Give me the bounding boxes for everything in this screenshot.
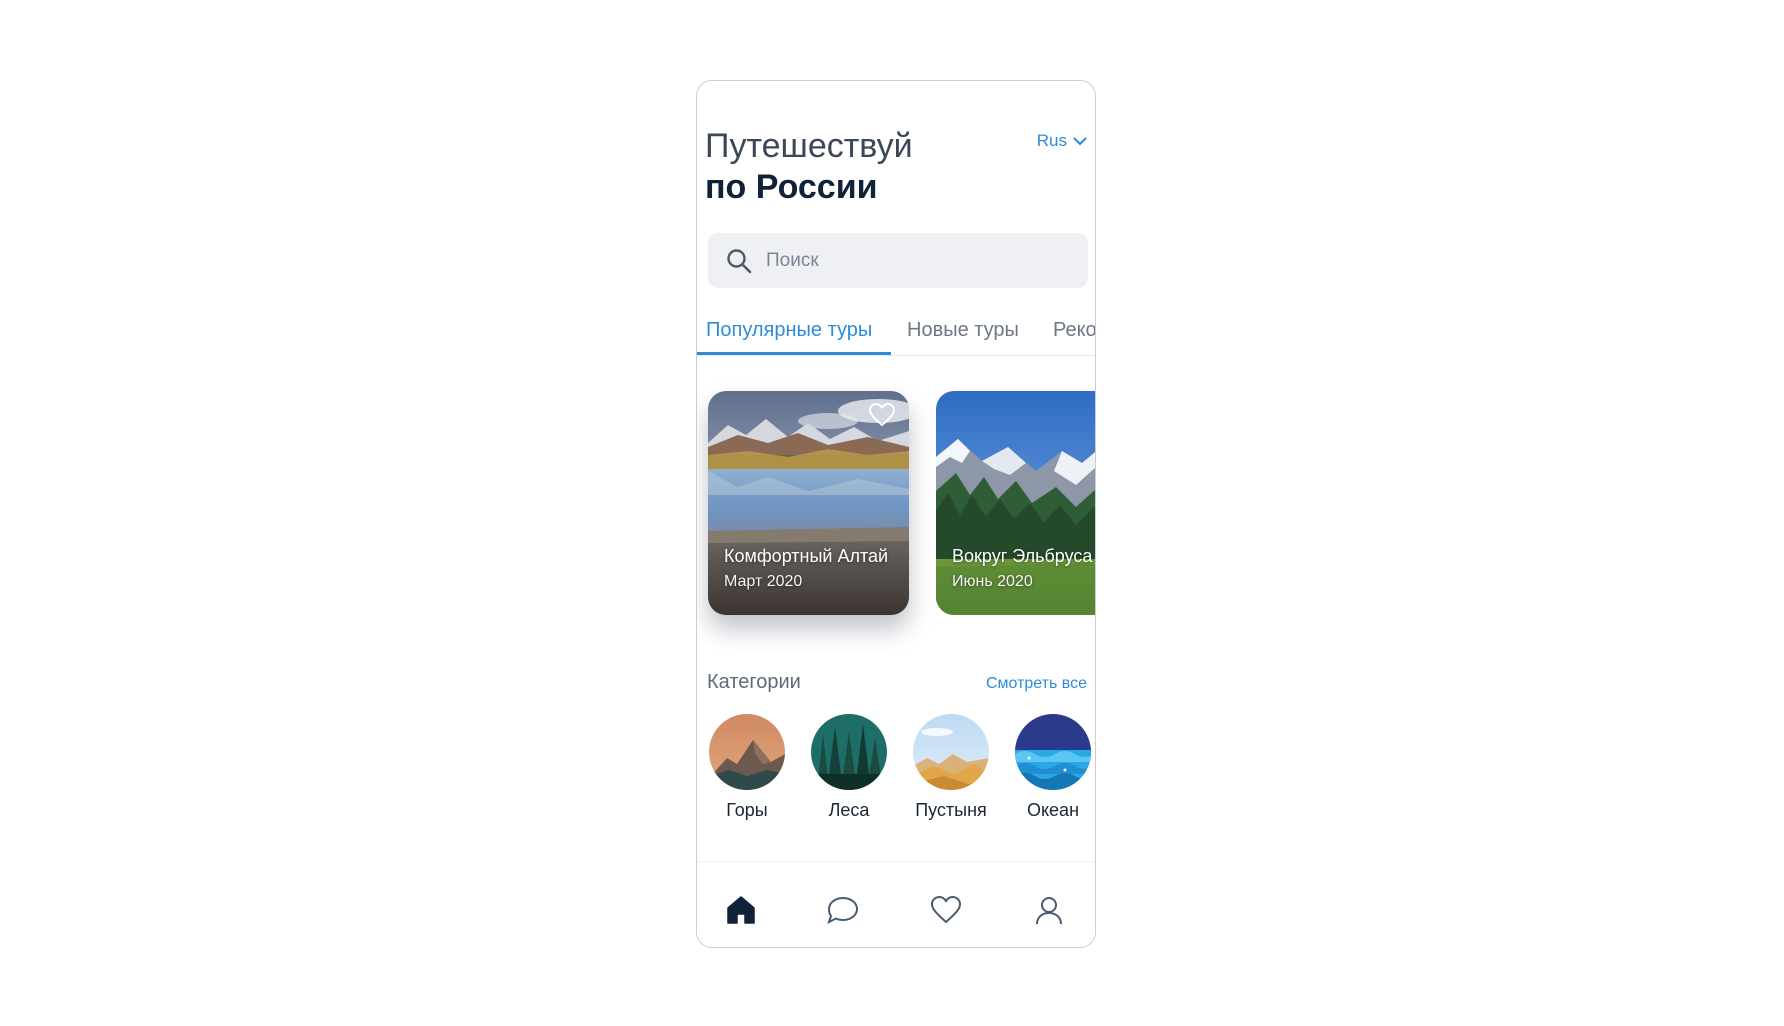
search-icon <box>727 248 752 273</box>
tour-title: Комфортный Алтай <box>724 546 889 566</box>
tour-card-altai[interactable]: Комфортный Алтай Март 2020 <box>708 391 909 615</box>
language-label: Rus <box>1036 131 1067 150</box>
categories-heading: Категории <box>707 671 801 693</box>
category-ocean[interactable]: Океан <box>1013 714 1093 821</box>
see-all-link[interactable]: Смотреть все <box>986 675 1087 693</box>
desert-image <box>913 714 989 790</box>
category-desert[interactable]: Пустыня <box>911 714 991 821</box>
language-selector[interactable]: Rus <box>1037 131 1087 151</box>
tab-new-tours[interactable]: Новые туры <box>907 319 1019 342</box>
profile-icon <box>1036 897 1062 925</box>
tab-recommended[interactable]: Реко <box>1053 319 1095 342</box>
tour-card-elbrus[interactable]: Вокруг Эльбруса Июнь 2020 <box>936 391 1095 615</box>
mountains-image <box>709 714 785 790</box>
tab-popular-tours[interactable]: Популярные туры <box>706 319 872 342</box>
heart-icon <box>930 895 962 924</box>
chat-icon <box>827 896 859 924</box>
active-tab-indicator <box>697 352 891 355</box>
nav-profile[interactable] <box>1031 892 1067 928</box>
tour-title: Вокруг Эльбруса <box>952 546 1093 566</box>
ocean-image <box>1015 714 1091 790</box>
nav-favorites[interactable] <box>928 892 964 928</box>
nav-chat[interactable] <box>825 892 861 928</box>
category-forests[interactable]: Леса <box>809 714 889 821</box>
chevron-down-icon <box>1073 137 1087 146</box>
search-input[interactable] <box>764 248 1058 273</box>
page-title-line1: Путешествуй <box>705 127 913 165</box>
search-bar[interactable] <box>708 233 1088 288</box>
category-label: Горы <box>726 800 768 820</box>
page-title-line2: по России <box>705 168 878 206</box>
category-label: Пустыня <box>915 800 987 820</box>
home-icon <box>727 896 755 924</box>
heart-icon[interactable] <box>869 403 895 427</box>
forests-image <box>811 714 887 790</box>
category-label: Океан <box>1026 800 1080 820</box>
tour-date: Март 2020 <box>724 573 803 590</box>
phone-screen: Путешествуй по России Rus Популярные тур… <box>696 80 1096 948</box>
tour-date: Июнь 2020 <box>952 573 1033 590</box>
category-mountains[interactable]: Горы <box>707 714 787 821</box>
nav-home[interactable] <box>723 892 759 928</box>
tour-tabs: Популярные туры Новые туры Реко <box>697 309 1095 356</box>
bottom-navigation <box>697 861 1095 947</box>
category-label: Леса <box>828 800 870 820</box>
